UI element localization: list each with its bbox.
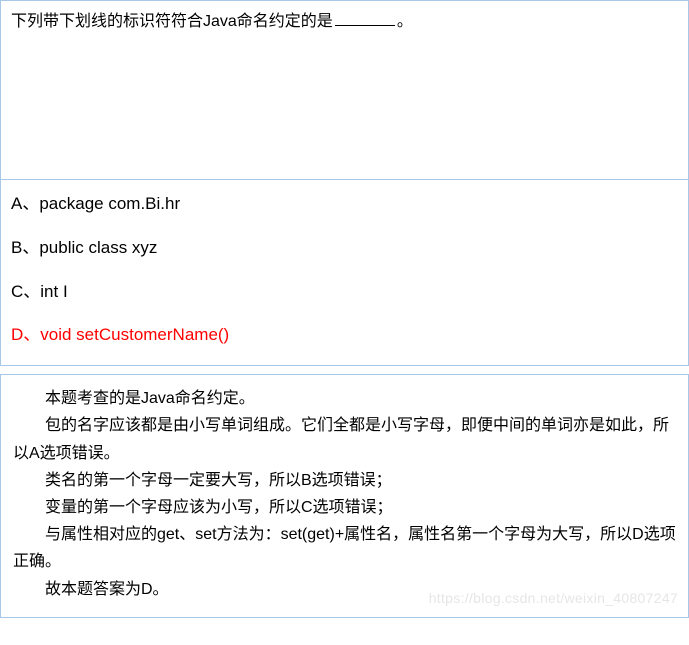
- question-text-prefix: 下列带下划线的标识符符合Java命名约定的是: [11, 13, 333, 30]
- explanation-line: 变量的第一个字母应该为小写，所以C选项错误；: [13, 494, 676, 521]
- explanation-panel: 本题考查的是Java命名约定。 包的名字应该都是由小写单词组成。它们全都是小写字…: [0, 374, 689, 618]
- option-c: C、int I: [11, 280, 678, 304]
- explanation-line: 类名的第一个字母一定要大写，所以B选项错误；: [13, 467, 676, 494]
- explanation-line: 故本题答案为D。: [13, 576, 676, 603]
- option-a: A、package com.Bi.hr: [11, 192, 678, 216]
- explanation-line: 与属性相对应的get、set方法为：set(get)+属性名，属性名第一个字母为…: [13, 521, 676, 575]
- explanation-line: 包的名字应该都是由小写单词组成。它们全都是小写字母，即便中间的单词亦是如此，所以…: [13, 412, 676, 466]
- question-blank: [335, 10, 395, 26]
- option-b: B、public class xyz: [11, 236, 678, 260]
- question-text-suffix: 。: [397, 13, 413, 30]
- option-d: D、void setCustomerName(): [11, 323, 678, 347]
- options-panel: A、package com.Bi.hr B、public class xyz C…: [0, 180, 689, 366]
- explanation-line: 本题考查的是Java命名约定。: [13, 385, 676, 412]
- question-panel: 下列带下划线的标识符符合Java命名约定的是 。: [0, 0, 689, 180]
